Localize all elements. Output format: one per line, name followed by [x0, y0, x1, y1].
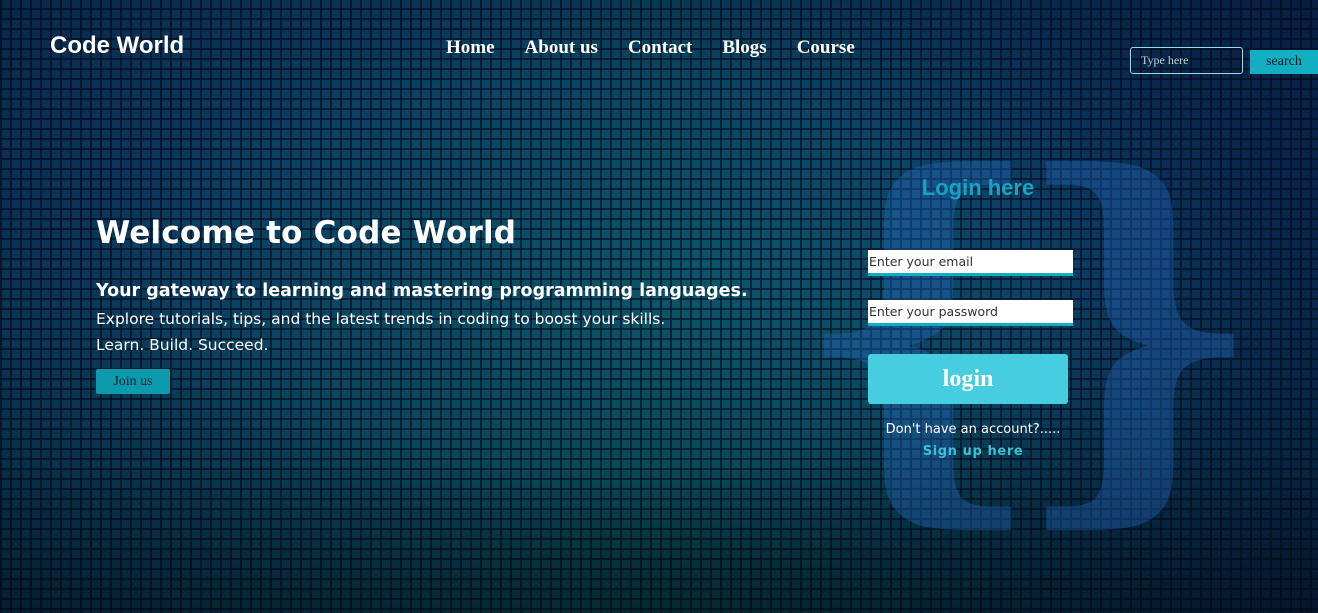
nav-home-link[interactable]: Home: [446, 37, 495, 59]
nav-contact-link[interactable]: Contact: [628, 37, 692, 59]
nav-blogs-link[interactable]: Blogs: [722, 37, 766, 59]
password-field[interactable]: [868, 300, 1073, 326]
signup-link[interactable]: Sign up here: [868, 444, 1078, 459]
hero-motto: Learn. Build. Succeed.: [96, 336, 269, 354]
hero-description: Explore tutorials, tips, and the latest …: [96, 306, 776, 358]
login-button[interactable]: login: [868, 354, 1068, 404]
hero-title: Welcome to Code World: [96, 215, 517, 251]
nav-course-link[interactable]: Course: [797, 37, 855, 59]
main-nav: Home About us Contact Blogs Course: [446, 37, 855, 59]
login-title: Login here: [921, 175, 1035, 200]
email-field[interactable]: [868, 250, 1073, 276]
search-button[interactable]: search: [1250, 50, 1318, 74]
hero-description-text: Explore tutorials, tips, and the latest …: [96, 310, 666, 328]
nav-about-link[interactable]: About us: [525, 37, 598, 59]
hero-section: Welcome to Code World Your gateway to le…: [96, 215, 776, 358]
join-us-button[interactable]: Join us: [96, 369, 170, 394]
search-input[interactable]: [1130, 47, 1243, 74]
hero-tagline: Your gateway to learning and mastering p…: [96, 281, 748, 301]
signup-prompt: Don't have an account?.....: [885, 422, 1061, 437]
site-logo[interactable]: Code World: [50, 32, 184, 60]
